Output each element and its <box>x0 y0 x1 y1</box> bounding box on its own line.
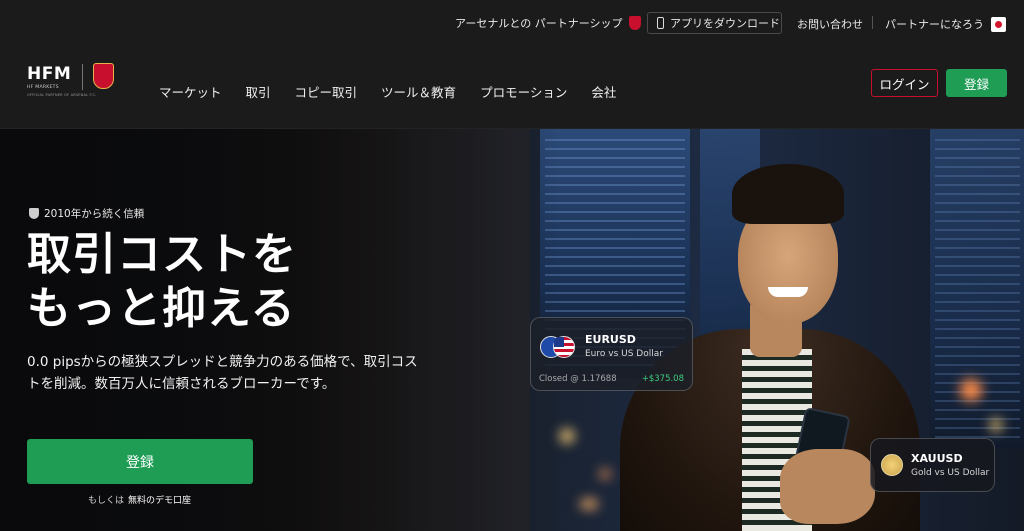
eurusd-name: Euro vs US Dollar <box>585 349 663 359</box>
logo-partner-line: OFFICIAL PARTNER OF ARSENAL F.C. <box>27 93 97 97</box>
nav-item-copy-trading[interactable]: コピー取引 <box>295 82 358 101</box>
street-light <box>990 419 1002 431</box>
xauusd-name: Gold vs US Dollar <box>911 468 990 478</box>
register-button[interactable]: 登録 <box>946 69 1007 97</box>
nav-item-markets[interactable]: マーケット <box>159 82 222 101</box>
xauusd-trade-card: XAUUSD Gold vs US Dollar <box>870 438 995 492</box>
hero-register-button[interactable]: 登録 <box>27 439 253 484</box>
xauusd-symbol: XAUUSD <box>911 452 963 465</box>
contact-link[interactable]: お問い合わせ <box>797 16 863 32</box>
hfm-logo[interactable]: HFM HF MARKETS OFFICIAL PARTNER OF ARSEN… <box>27 62 122 102</box>
trust-badge-label: 2010年から続く信頼 <box>44 208 145 220</box>
demo-account-line: もしくは 無料のデモ口座 <box>88 493 191 506</box>
main-navbar: HFM HF MARKETS OFFICIAL PARTNER OF ARSEN… <box>0 48 1024 129</box>
street-light <box>600 469 610 479</box>
japan-flag-icon[interactable] <box>991 17 1006 32</box>
phone-icon <box>657 17 664 29</box>
page: アーセナルとの パートナーシップ アプリをダウンロード お問い合わせ パートナー… <box>0 0 1024 531</box>
nav-item-company[interactable]: 会社 <box>591 82 616 101</box>
us-flag-icon <box>553 336 575 358</box>
nav-item-tools-education[interactable]: ツール＆教育 <box>381 82 456 101</box>
eurusd-trade-card: EURUSD Euro vs US Dollar Closed @ 1.1768… <box>530 317 693 391</box>
trust-badge: 2010年から続く信頼 <box>29 206 144 221</box>
login-button[interactable]: ログイン <box>871 69 938 97</box>
person-smile <box>768 287 808 297</box>
arsenal-crest-icon <box>628 16 641 30</box>
demo-account-link[interactable]: 無料のデモ口座 <box>128 496 191 506</box>
street-light <box>960 379 982 401</box>
demo-prefix: もしくは <box>88 496 125 506</box>
arsenal-crest-icon <box>93 63 114 89</box>
eurusd-profit: +$375.08 <box>641 374 684 384</box>
person-hand <box>780 449 875 524</box>
eurusd-closed-price: Closed @ 1.17688 <box>539 374 617 384</box>
become-partner-link[interactable]: パートナーになろう <box>885 16 984 32</box>
logo-divider <box>82 64 83 90</box>
arsenal-partnership-label: アーセナルとの パートナーシップ <box>455 17 623 30</box>
logo-brand: HFM <box>27 64 72 84</box>
shield-icon <box>29 208 39 219</box>
nav-item-trading[interactable]: 取引 <box>246 82 271 101</box>
gold-bars-icon <box>881 454 903 476</box>
person-hair <box>732 164 844 224</box>
app-download-button[interactable]: アプリをダウンロード <box>647 12 782 34</box>
logo-subtitle: HF MARKETS <box>27 85 59 90</box>
headline-line-1: 取引コストを <box>27 229 297 280</box>
hero-headline: 取引コストを もっと抑える <box>27 228 297 336</box>
headline-line-2: もっと抑える <box>27 283 296 334</box>
street-light <box>560 429 574 443</box>
hero-subcopy: 0.0 pipsからの極狭スプレッドと競争力のある価格で、取引コストを削減。数百… <box>27 354 418 392</box>
top-utility-bar: アーセナルとの パートナーシップ アプリをダウンロード お問い合わせ パートナー… <box>0 0 1024 48</box>
app-download-label: アプリをダウンロード <box>670 17 780 30</box>
nav-menu: マーケット 取引 コピー取引 ツール＆教育 プロモーション 会社 <box>159 82 640 101</box>
street-light <box>580 499 598 509</box>
divider <box>872 16 873 29</box>
arsenal-partnership-link[interactable]: アーセナルとの パートナーシップ <box>455 15 641 31</box>
nav-item-promotions[interactable]: プロモーション <box>480 82 567 101</box>
eurusd-symbol: EURUSD <box>585 333 636 346</box>
